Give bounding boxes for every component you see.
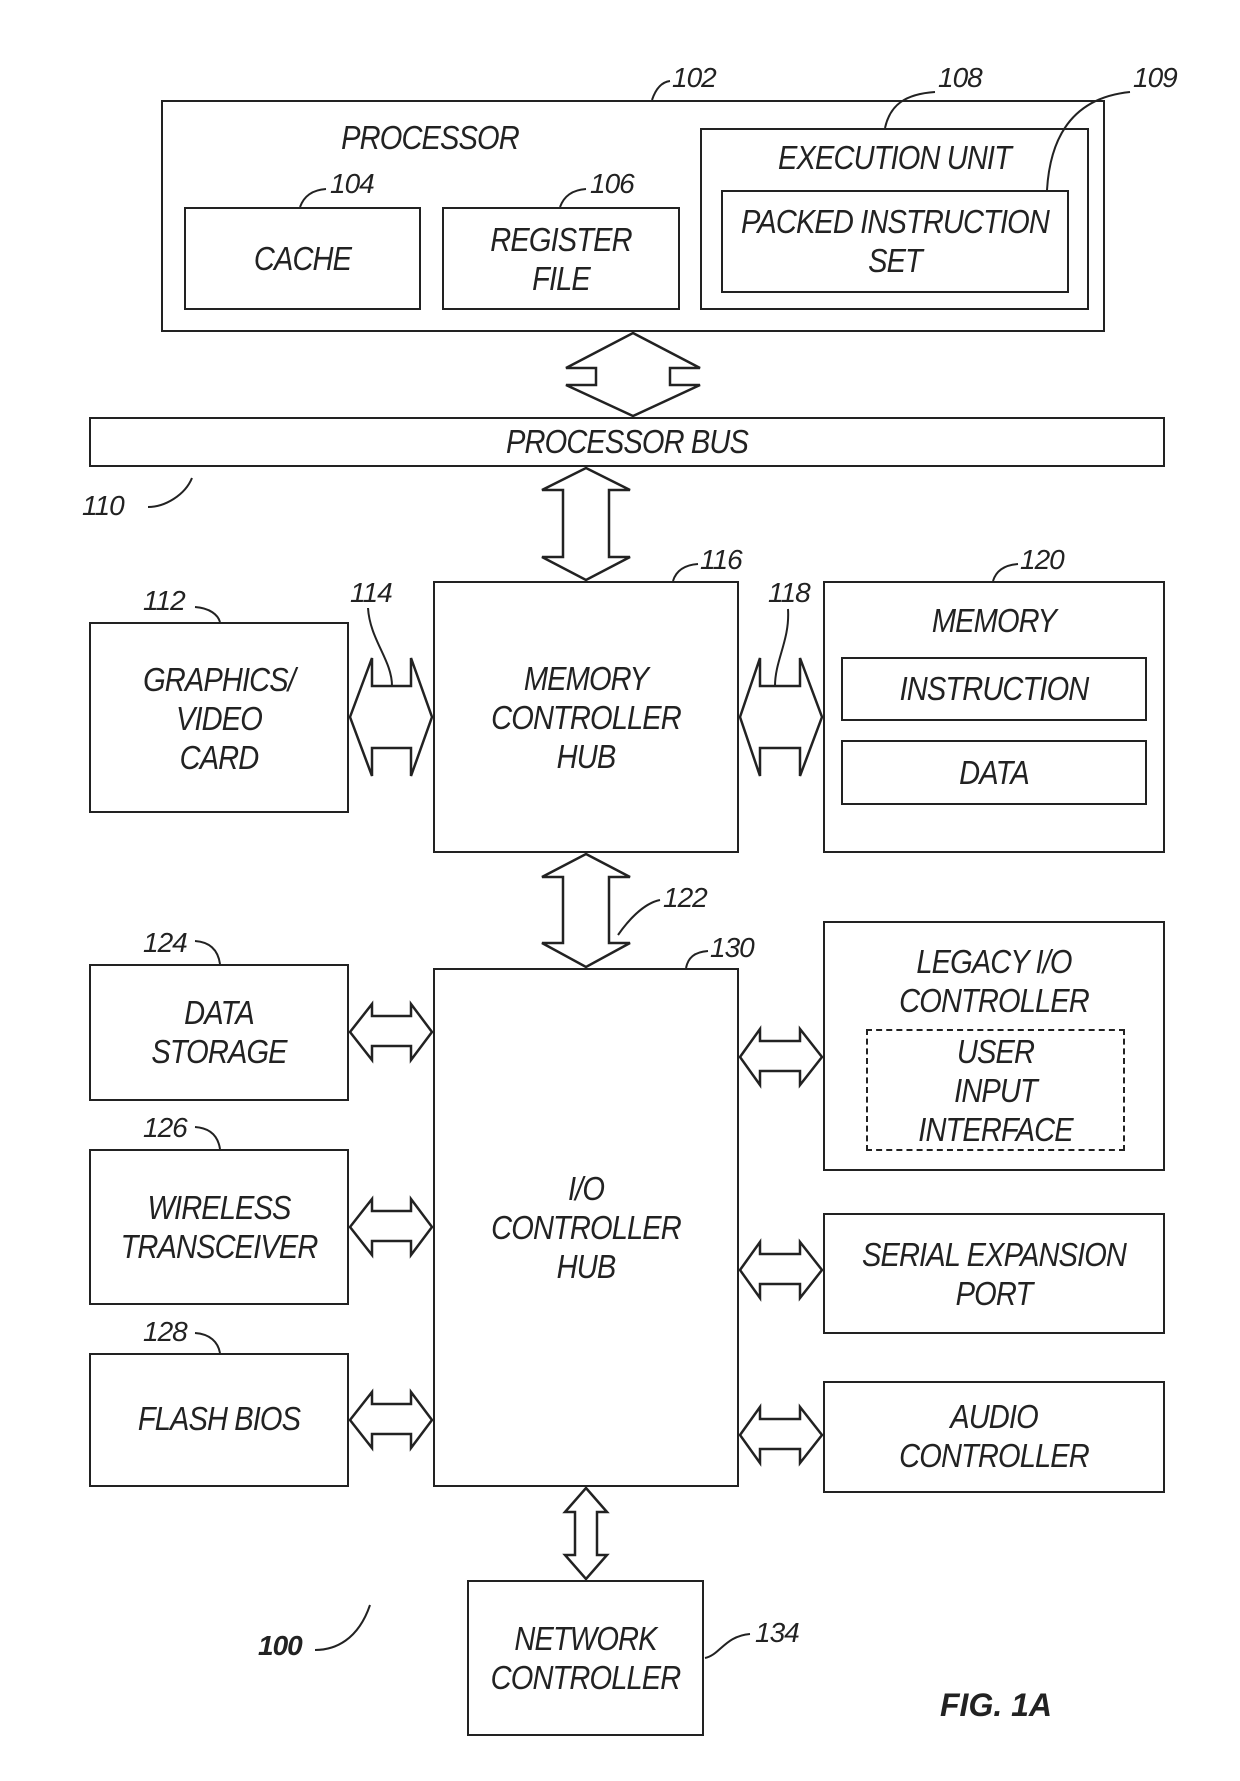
ich-legacy-arrow [738,1025,824,1089]
ich-audio-arrow [738,1403,824,1467]
register-file-label-2: FILE [532,260,591,297]
leader-110 [147,477,193,508]
register-file-label-1: REGISTER [490,221,632,258]
leader-102 [651,80,671,101]
graphics-label-2: VIDEO [176,700,263,737]
legacy-io-label-2: CONTROLLER [899,982,1090,1019]
ref-126: 126 [143,1112,188,1143]
flash-ich-arrow [348,1388,434,1452]
ref-108: 108 [938,62,983,93]
leader-128 [194,1332,221,1354]
user-input-label-3: INTERFACE [918,1111,1073,1148]
wireless-label-1: WIRELESS [147,1189,291,1226]
leader-122 [617,899,661,936]
wireless-transceiver-box [89,1149,349,1305]
bus-mch-arrow [541,466,631,582]
packed-instruction-label-2: SET [868,242,923,279]
processor-title: PROCESSOR [341,119,520,156]
storage-ich-arrow [348,1000,434,1064]
ref-100: 100 [258,1630,303,1661]
leader-130 [685,950,709,969]
ref-109: 109 [1133,62,1178,93]
user-input-label-1: USER [956,1033,1035,1070]
execution-unit-label: EXECUTION UNIT [778,139,1012,176]
leader-118 [774,608,790,687]
memory-title: MEMORY [931,602,1057,639]
leader-134 [704,1633,751,1659]
cache-label: CACHE [253,240,352,277]
mch-label-1: MEMORY [523,660,649,697]
ich-serial-arrow [738,1238,824,1302]
memory-data-label: DATA [959,754,1030,791]
mch-ich-arrow [541,852,631,969]
ich-label-2: CONTROLLER [491,1209,682,1246]
mch-label-3: HUB [556,738,617,775]
ref-104: 104 [330,168,375,199]
processor-bus-label: PROCESSOR BUS [506,423,749,460]
packed-instruction-label-1: PACKED INSTRUCTION [741,203,1050,240]
leader-126 [194,1126,221,1150]
memory-instruction-label: INSTRUCTION [899,670,1090,707]
figure-label: FIG. 1A [940,1687,1053,1723]
network-controller-box [467,1580,704,1736]
ich-label-1: I/O [567,1170,605,1207]
ref-110: 110 [82,490,125,521]
ref-122: 122 [663,882,708,913]
audio-label-2: CONTROLLER [899,1437,1090,1474]
wireless-label-2: TRANSCEIVER [120,1228,319,1265]
serial-label-1: SERIAL EXPANSION [861,1236,1127,1273]
audio-label-1: AUDIO [950,1398,1038,1435]
processor-bus-arrow [565,331,701,418]
leader-116 [672,563,699,582]
user-input-label-2: INPUT [954,1072,1038,1109]
ich-network-arrow [562,1486,610,1581]
ref-134: 134 [755,1617,800,1648]
ich-label-3: HUB [556,1248,617,1285]
ref-130: 130 [710,932,755,963]
serial-label-2: PORT [955,1275,1034,1312]
leader-100 [314,1604,371,1651]
ref-128: 128 [143,1316,188,1347]
graphics-label-1: GRAPHICS/ [143,661,296,698]
network-label-2: CONTROLLER [490,1659,682,1696]
ref-118: 118 [768,577,811,608]
ref-102: 102 [672,62,717,93]
leader-124 [194,940,221,965]
mch-memory-arrow [738,657,824,777]
graphics-label-3: CARD [179,739,260,776]
data-storage-label-2: STORAGE [151,1033,287,1070]
ref-106: 106 [590,168,635,199]
mch-label-2: CONTROLLER [491,699,682,736]
legacy-io-label-1: LEGACY I/O [916,943,1072,980]
ref-124: 124 [143,927,188,958]
wireless-ich-arrow [348,1195,434,1259]
leader-112 [194,606,221,623]
ref-112: 112 [143,585,186,616]
leader-120 [992,563,1019,582]
network-label-1: NETWORK [514,1620,657,1657]
ref-116: 116 [700,544,743,575]
data-storage-label-1: DATA [184,994,255,1031]
ref-114: 114 [350,577,393,608]
flash-bios-label: FLASH BIOS [137,1400,301,1437]
ref-120: 120 [1020,544,1065,575]
